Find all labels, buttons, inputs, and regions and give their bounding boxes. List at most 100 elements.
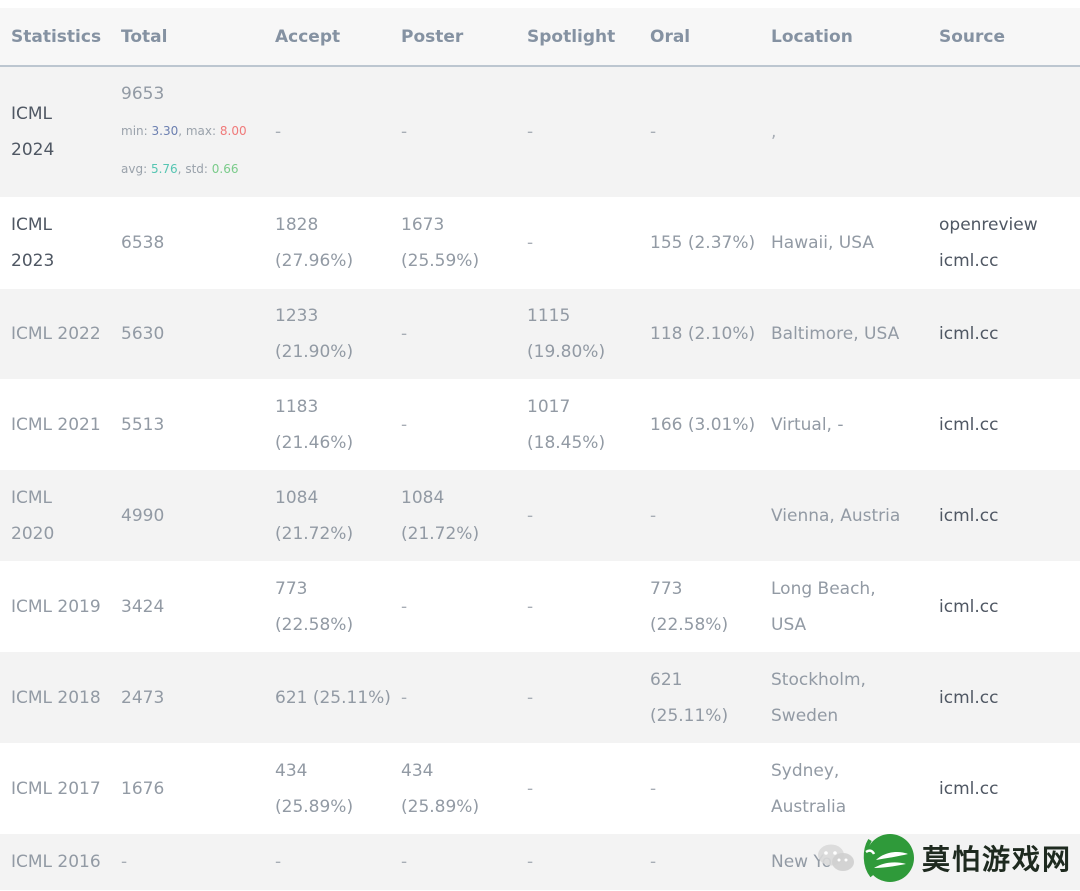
- oral-rate: (25.11%): [650, 705, 729, 726]
- oral-cell: 118 (2.10%): [650, 324, 756, 344]
- conference-year-line: 2024: [11, 140, 55, 160]
- conference-name: ICML 2018: [11, 687, 101, 708]
- source-cell[interactable]: icml.cc: [928, 289, 1080, 379]
- source-cell[interactable]: icml.cc: [928, 561, 1080, 652]
- conference-name: ICML 2017: [11, 778, 101, 799]
- conference-name-line: ICML: [11, 215, 53, 235]
- poster-cell: -: [401, 122, 408, 142]
- poster-rate: (21.72%): [401, 523, 480, 544]
- spotlight-cell: -: [527, 596, 534, 617]
- std-label: std:: [185, 162, 208, 176]
- header-spotlight[interactable]: Spotlight: [516, 8, 639, 67]
- location-country: Sweden: [771, 705, 839, 726]
- icml-statistics-table: Statistics Total Accept Poster Spotlight…: [0, 8, 1080, 890]
- source-cell[interactable]: icml.cc: [928, 652, 1080, 743]
- score-range: min: 3.30, max: 8.00: [121, 124, 247, 138]
- header-oral[interactable]: Oral: [639, 8, 760, 67]
- source-cell[interactable]: icml.cc: [928, 743, 1080, 834]
- accept-cell: 1183 (21.46%): [264, 379, 390, 470]
- statistics-table-container: Statistics Total Accept Poster Spotlight…: [0, 8, 1080, 890]
- location-cell: Baltimore, USA: [771, 324, 900, 344]
- poster-cell: -: [401, 687, 408, 708]
- conference-name: ICML 2024: [0, 66, 110, 197]
- oral-cell: -: [650, 778, 657, 799]
- accept-count: 1183: [275, 396, 319, 417]
- table-row: ICML 2020 4990 1084 (21.72%) 1084 (21.72…: [0, 470, 1080, 561]
- source-cell: openreview icml.cc: [928, 197, 1080, 289]
- table-row: ICML 2022 5630 1233 (21.90%) - 1115 (19.…: [0, 289, 1080, 379]
- poster-rate: (25.59%): [401, 251, 480, 271]
- poster-cell: 434 (25.89%): [390, 743, 516, 834]
- source-cell[interactable]: icml.cc: [928, 379, 1080, 470]
- accept-rate: (21.46%): [275, 432, 354, 453]
- conference-name: ICML 2019: [11, 596, 101, 617]
- header-location[interactable]: Location: [760, 8, 928, 67]
- min-label: min:: [121, 124, 148, 138]
- accept-cell: 1828 (27.96%): [264, 197, 390, 289]
- header-total[interactable]: Total: [110, 8, 264, 67]
- avg-value: 5.76: [150, 162, 178, 176]
- oral-cell: -: [650, 122, 657, 142]
- location-cell: Virtual, -: [771, 414, 844, 435]
- total-cell: -: [121, 852, 128, 872]
- oral-count: 773: [650, 578, 683, 599]
- source-cell: [928, 66, 1080, 197]
- source-link-openreview[interactable]: openreview: [939, 207, 1076, 243]
- poster-count: 1673: [401, 215, 445, 235]
- table-row: ICML 2024 9653 min: 3.30, max: 8.00 avg:…: [0, 66, 1080, 197]
- poster-cell: 1084 (21.72%): [390, 470, 516, 561]
- location-cell: Sydney, Australia: [760, 743, 928, 834]
- std-value: 0.66: [211, 162, 239, 176]
- conference-name: ICML 2023: [0, 197, 110, 289]
- accept-cell: 1084 (21.72%): [264, 470, 390, 561]
- location-cell: Long Beach, USA: [760, 561, 928, 652]
- spotlight-cell: -: [527, 852, 534, 872]
- source-link-icml[interactable]: icml.cc: [939, 243, 1076, 279]
- location-country: Australia: [771, 796, 847, 817]
- wechat-icon: [816, 842, 856, 874]
- conference-year-line: 2023: [11, 251, 55, 271]
- header-source[interactable]: Source: [928, 8, 1080, 67]
- poster-cell: -: [401, 596, 408, 617]
- table-row: ICML 2019 3424 773 (22.58%) - - 773 (22.…: [0, 561, 1080, 652]
- accept-count: 1084: [275, 487, 319, 508]
- spotlight-count: 1017: [527, 396, 571, 417]
- accept-cell: 621 (25.11%): [275, 687, 391, 708]
- location-cell: Hawaii, USA: [771, 233, 874, 253]
- oral-cell: 773 (22.58%): [639, 561, 760, 652]
- conference-name: ICML 2016: [11, 852, 101, 872]
- header-statistics[interactable]: Statistics: [0, 8, 110, 67]
- poster-cell: -: [401, 324, 408, 344]
- min-value: 3.30: [151, 124, 179, 138]
- spotlight-count: 1115: [527, 306, 571, 326]
- conference-year-line: 2020: [11, 523, 55, 544]
- accept-rate: (25.89%): [275, 796, 354, 817]
- accept-count: 1828: [275, 215, 319, 235]
- location-cell: ,: [771, 122, 777, 142]
- header-accept[interactable]: Accept: [264, 8, 390, 67]
- conference-name: ICML 2020: [0, 470, 110, 561]
- location-cell: Vienna, Austria: [771, 505, 901, 526]
- total-cell: 5513: [121, 414, 165, 435]
- total-cell: 2473: [121, 687, 165, 708]
- spotlight-cell: -: [527, 505, 534, 526]
- site-watermark: 莫怕游戏网: [816, 829, 1072, 887]
- accept-rate: (21.90%): [275, 342, 354, 362]
- total-cell: 6538: [121, 233, 165, 253]
- total-cell: 3424: [121, 596, 165, 617]
- location-city: Long Beach,: [771, 578, 876, 599]
- header-poster[interactable]: Poster: [390, 8, 516, 67]
- oral-cell: -: [650, 505, 657, 526]
- oral-cell: -: [650, 852, 657, 872]
- poster-rate: (25.89%): [401, 796, 480, 817]
- source-cell[interactable]: icml.cc: [928, 470, 1080, 561]
- table-row: ICML 2021 5513 1183 (21.46%) - 1017 (18.…: [0, 379, 1080, 470]
- accept-cell: 773 (22.58%): [264, 561, 390, 652]
- poster-cell: 1673 (25.59%): [390, 197, 516, 289]
- accept-rate: (21.72%): [275, 523, 354, 544]
- conference-name: ICML 2021: [11, 414, 101, 435]
- poster-cell: -: [401, 414, 408, 435]
- location-country: USA: [771, 614, 807, 635]
- oral-cell: 621 (25.11%): [639, 652, 760, 743]
- location-city: Stockholm,: [771, 669, 866, 690]
